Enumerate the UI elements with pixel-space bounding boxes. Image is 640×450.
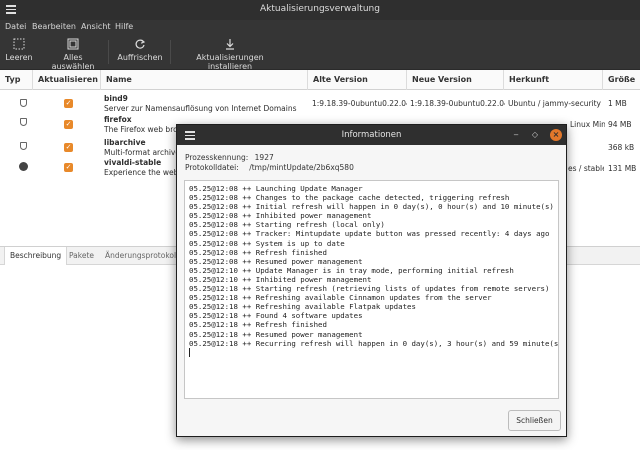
origin: es / stable xyxy=(568,164,604,173)
package-name: bind9 xyxy=(104,94,128,103)
package-name: firefox xyxy=(104,115,132,124)
update-checkbox[interactable]: ✓ xyxy=(64,163,73,172)
log-line: 05.25@12:08 ++ Starting refresh (local o… xyxy=(189,220,385,230)
log-line: 05.25@12:18 ++ Recurring refresh will ha… xyxy=(189,338,559,348)
install-updates-button[interactable]: Aktualisierungen installieren xyxy=(178,38,282,71)
log-text-area[interactable]: 05.25@12:08 ++ Launching Update Manager 0… xyxy=(184,180,559,399)
clear-icon xyxy=(13,38,25,50)
log-line: 05.25@12:10 ++ Update Manager is in tray… xyxy=(189,265,514,275)
column-header-old-version[interactable]: Alte Version xyxy=(308,70,407,90)
package-description: Server zur Namensauflösung von Internet … xyxy=(104,104,297,113)
log-line: 05.25@12:08 ++ Changes to the package ca… xyxy=(189,193,510,203)
old-version: 1:9.18.39-0ubuntu0.22.04.3 xyxy=(312,99,407,108)
dialog-title: Informationen xyxy=(341,130,402,140)
table-header: Typ Aktualisieren Name Alte Version Neue… xyxy=(0,70,640,90)
select-all-label: Alles auswählen xyxy=(51,53,95,71)
log-line: 05.25@12:18 ++ Refreshing available Cinn… xyxy=(189,293,492,303)
toolbar-separator xyxy=(170,40,171,64)
process-id-row: Prozesskennung: 1927 xyxy=(185,153,274,162)
log-line: 05.25@12:08 ++ Inhibited power managemen… xyxy=(189,211,372,221)
update-checkbox[interactable]: ✓ xyxy=(64,99,73,108)
log-line: 05.25@12:18 ++ Refresh finished xyxy=(189,320,327,330)
size: 1 MB xyxy=(608,99,627,108)
close-button[interactable]: Schließen xyxy=(508,410,561,431)
package-description: The Firefox web browser xyxy=(104,125,176,134)
close-icon[interactable]: × xyxy=(550,129,562,141)
shield-icon xyxy=(20,118,27,126)
install-updates-label: Aktualisierungen installieren xyxy=(196,53,264,71)
toolbar: Leeren Alles auswählen Auffrischen Aktua… xyxy=(0,34,640,71)
tab-packages[interactable]: Pakete xyxy=(64,247,99,265)
log-line: 05.25@12:08 ++ Refresh finished xyxy=(189,247,327,257)
information-dialog: Informationen ‒ ◇ × Prozesskennung: 1927… xyxy=(176,124,567,437)
package-name: libarchive xyxy=(104,138,146,147)
log-line: 05.25@12:08 ++ System is up to date xyxy=(189,238,345,248)
globe-icon xyxy=(19,162,28,171)
refresh-icon xyxy=(135,39,146,49)
column-header-name[interactable]: Name xyxy=(101,70,308,90)
toolbar-separator xyxy=(108,40,109,64)
column-header-type[interactable]: Typ xyxy=(0,70,33,90)
package-description: Experience the web in a whole new way xyxy=(104,168,176,177)
new-version: 1:9.18.39-0ubuntu0.22.04.4 xyxy=(410,99,505,108)
menu-view[interactable]: Ansicht xyxy=(81,22,111,31)
process-id-value: 1927 xyxy=(254,153,274,162)
origin: Ubuntu / jammy-security xyxy=(508,99,601,108)
refresh-label: Auffrischen xyxy=(117,53,163,62)
logfile-row: Protokolldatei: /tmp/mintUpdate/2b6xq580 xyxy=(185,163,354,172)
column-header-size[interactable]: Größe xyxy=(603,70,640,90)
column-header-new-version[interactable]: Neue Version xyxy=(407,70,504,90)
title-bar: Aktualisierungsverwaltung xyxy=(0,0,640,20)
log-line: 05.25@12:18 ++ Starting refresh (retriev… xyxy=(189,284,550,294)
package-description: Multi-format archive and compression lib… xyxy=(104,148,176,157)
shield-icon xyxy=(20,99,27,107)
refresh-button[interactable]: Auffrischen xyxy=(116,38,164,62)
update-checkbox[interactable]: ✓ xyxy=(64,120,73,129)
clear-label: Leeren xyxy=(5,53,33,62)
download-icon xyxy=(226,39,234,50)
log-line: 05.25@12:08 ++ Launching Update Manager xyxy=(189,184,363,193)
clear-button[interactable]: Leeren xyxy=(4,38,34,62)
size: 368 kB xyxy=(608,143,635,152)
menu-help[interactable]: Hilfe xyxy=(115,22,133,31)
select-all-icon xyxy=(67,38,79,50)
package-name: vivaldi-stable xyxy=(104,158,162,167)
menu-edit[interactable]: Bearbeiten xyxy=(32,22,76,31)
column-header-origin[interactable]: Herkunft xyxy=(504,70,603,90)
minimize-icon[interactable]: ‒ xyxy=(510,129,522,141)
origin: Linux Mint / virginia xyxy=(570,120,605,129)
size: 94 MB xyxy=(608,120,632,129)
logfile-label: Protokolldatei: xyxy=(185,163,239,172)
log-line: 05.25@12:08 ++ Resumed power management xyxy=(189,256,363,266)
process-id-label: Prozesskennung: xyxy=(185,153,249,162)
log-line: 05.25@12:08 ++ Initial refresh will happ… xyxy=(189,202,554,212)
column-header-update[interactable]: Aktualisieren xyxy=(33,70,101,90)
size: 131 MB xyxy=(608,164,637,173)
tab-changelog[interactable]: Änderungsprotokoll xyxy=(100,247,183,265)
log-line: 05.25@12:10 ++ Inhibited power managemen… xyxy=(189,274,372,284)
menu-bar: Datei Bearbeiten Ansicht Hilfe xyxy=(0,20,640,34)
update-checkbox[interactable]: ✓ xyxy=(64,143,73,152)
window-title: Aktualisierungsverwaltung xyxy=(260,4,380,14)
shield-icon xyxy=(20,142,27,150)
log-line: 05.25@12:18 ++ Resumed power management xyxy=(189,329,363,339)
log-line: 05.25@12:18 ++ Refreshing available Flat… xyxy=(189,302,416,312)
maximize-icon[interactable]: ◇ xyxy=(529,129,541,141)
log-line: 05.25@12:18 ++ Found 4 software updates xyxy=(189,311,363,321)
select-all-button[interactable]: Alles auswählen xyxy=(42,38,104,71)
text-cursor xyxy=(189,347,190,357)
menu-file[interactable]: Datei xyxy=(5,22,26,31)
tab-description[interactable]: Beschreibung xyxy=(4,247,68,265)
dialog-title-bar: Informationen ‒ ◇ × xyxy=(177,125,566,145)
log-line: 05.25@12:08 ++ Tracker: Mintupdate updat… xyxy=(189,229,550,239)
logfile-value: /tmp/mintUpdate/2b6xq580 xyxy=(249,163,354,172)
table-row[interactable]: ✓ bind9 Server zur Namensauflösung von I… xyxy=(0,92,640,116)
